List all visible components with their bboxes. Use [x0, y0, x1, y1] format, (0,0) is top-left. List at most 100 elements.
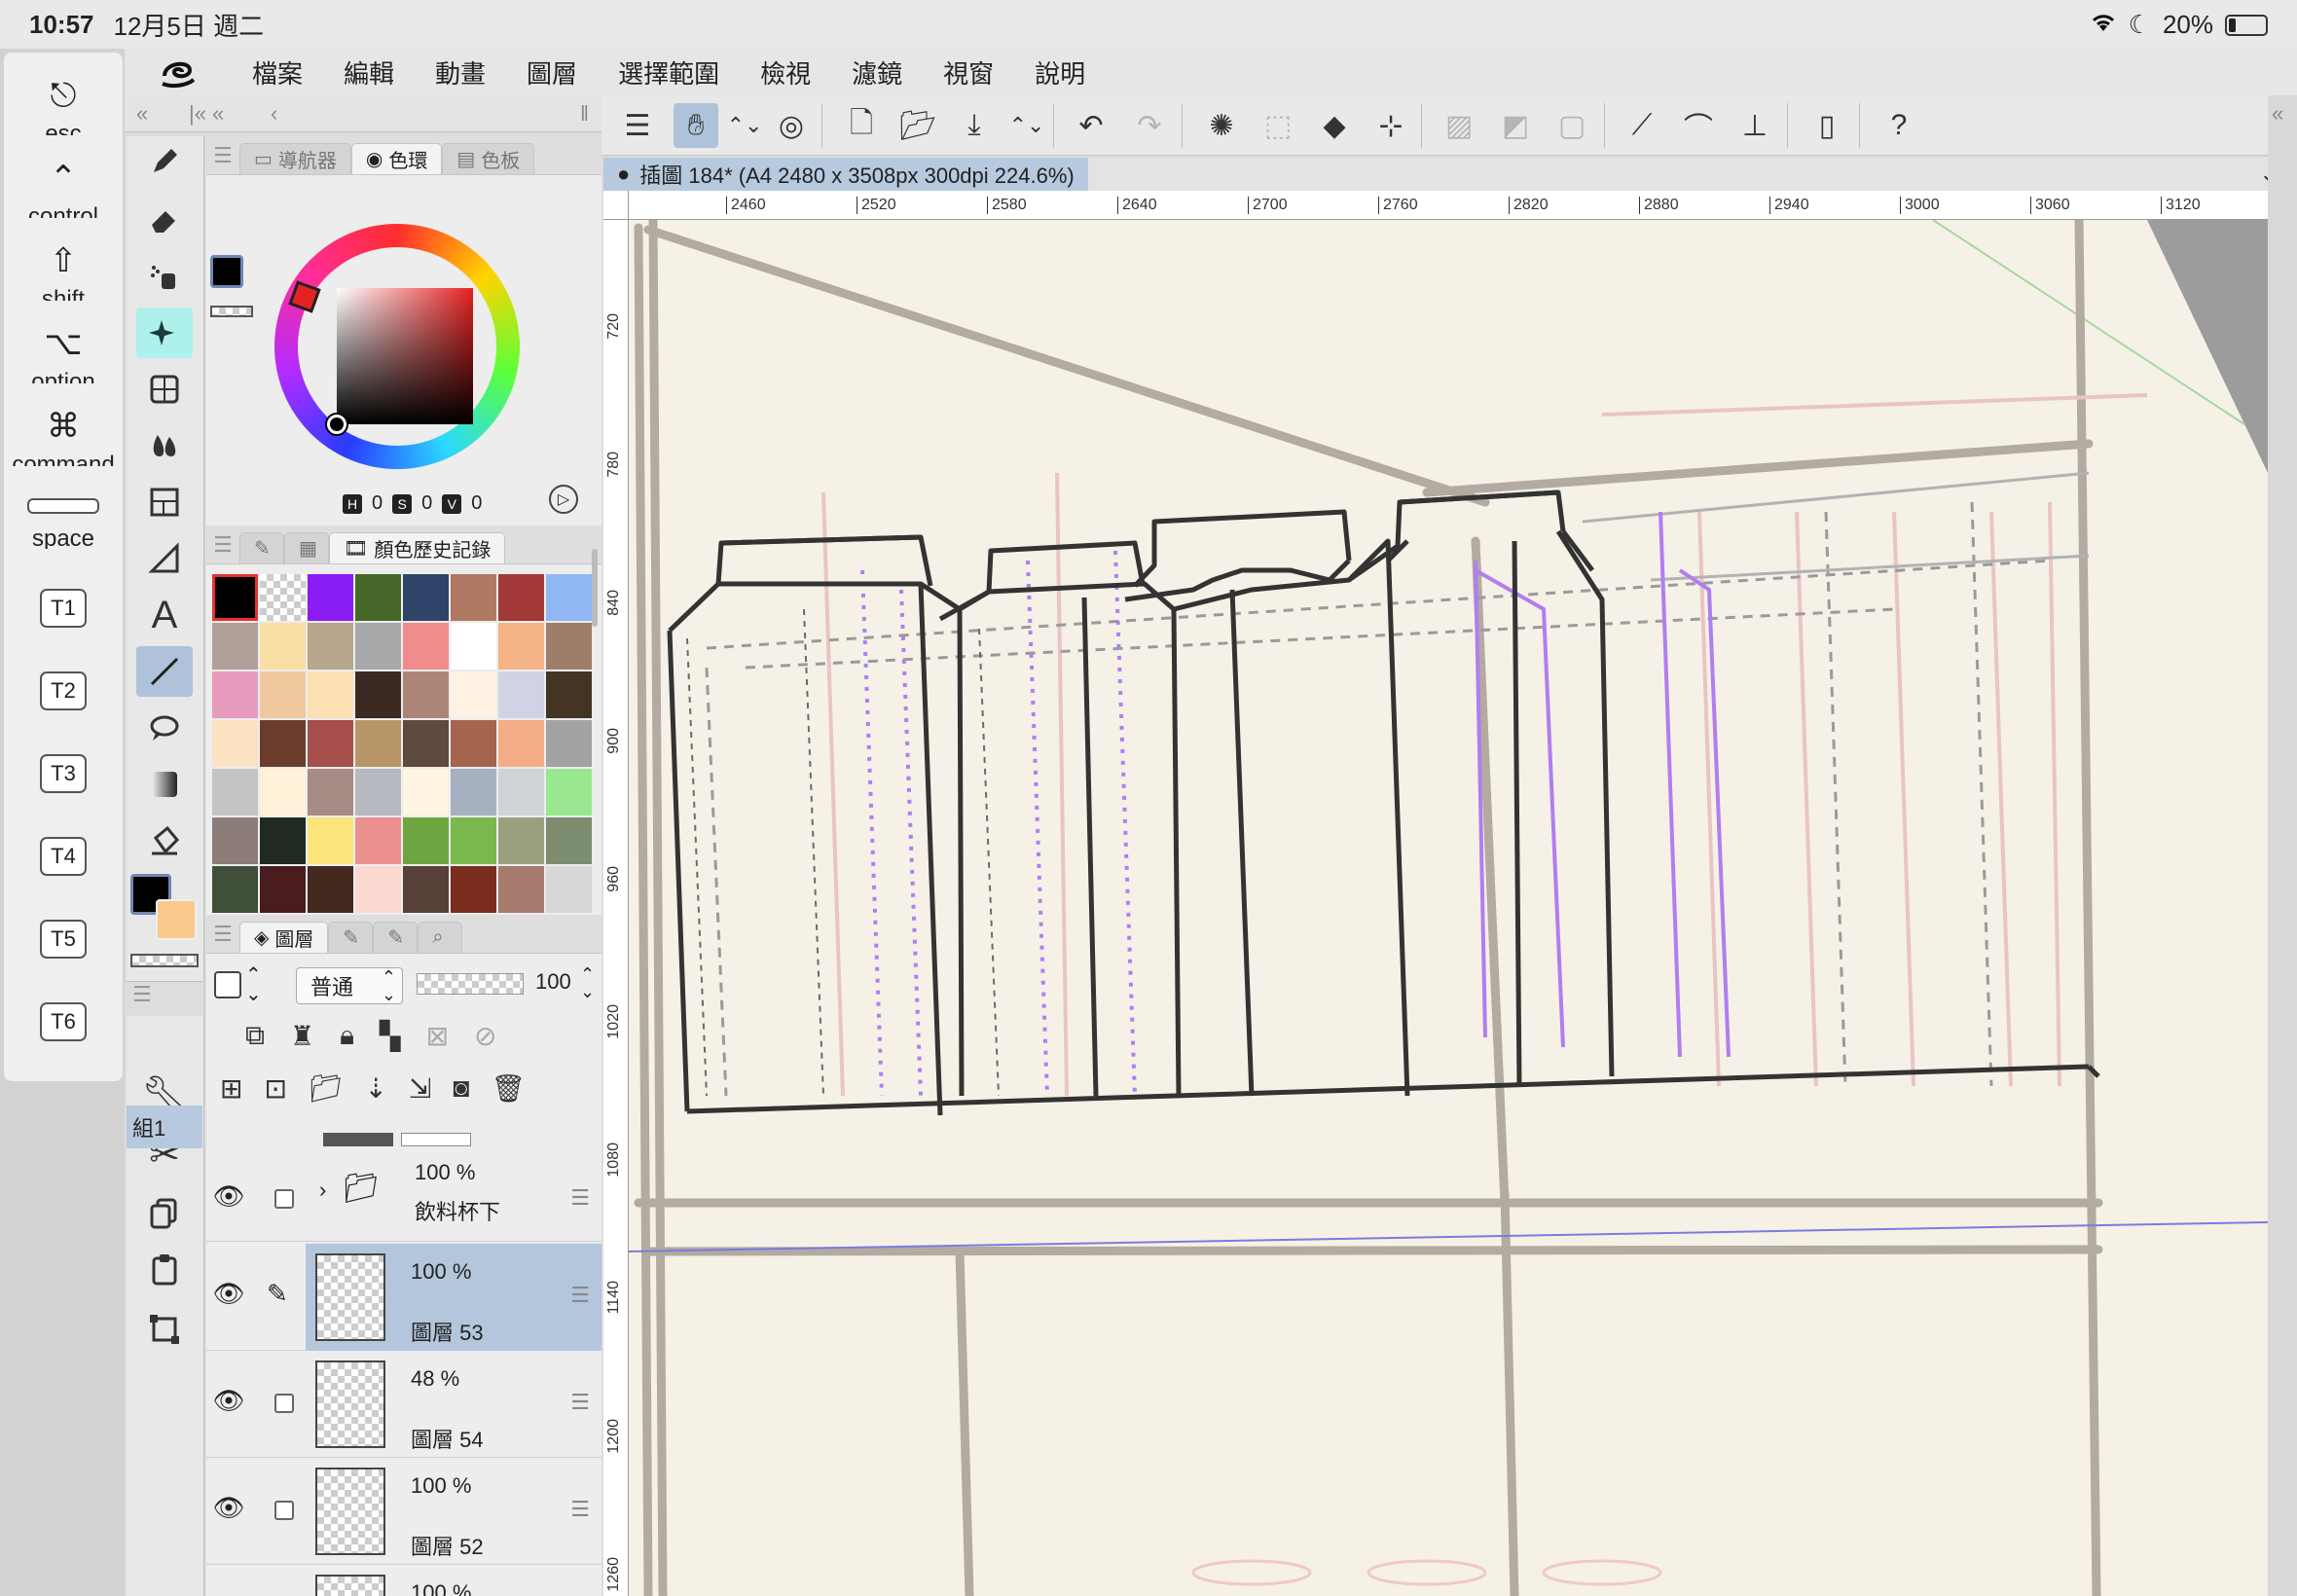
help-icon[interactable]: ?	[1877, 103, 1921, 148]
invert-selection-icon[interactable]: ◩	[1493, 103, 1538, 148]
color-history-swatch[interactable]	[260, 671, 306, 718]
menu-item[interactable]: 濾鏡	[831, 54, 923, 91]
tab-tool-property[interactable]: ✎	[373, 922, 419, 953]
gradient-tool-icon[interactable]	[136, 759, 193, 810]
color-history-swatch[interactable]	[498, 574, 544, 621]
saturation-value-square[interactable]	[337, 288, 473, 424]
color-history-swatch[interactable]	[403, 574, 449, 621]
color-history-swatch[interactable]	[260, 769, 306, 816]
show-selection-icon[interactable]: ▢	[1550, 103, 1594, 148]
tab-layer[interactable]: ◈ 圖層	[239, 922, 329, 953]
snap-special-ruler-icon[interactable]: ⌒	[1676, 103, 1721, 148]
layer-menu-icon[interactable]: ☰	[206, 922, 239, 947]
color-history-swatch[interactable]	[308, 623, 353, 670]
color-history-swatch[interactable]	[546, 623, 592, 670]
color-history-swatch[interactable]	[403, 623, 449, 670]
menu-item[interactable]: 檢視	[740, 54, 831, 91]
color-history-swatch[interactable]	[403, 769, 449, 816]
copy-icon[interactable]	[136, 1187, 193, 1238]
redo-icon[interactable]: ↷	[1127, 103, 1172, 148]
color-history-swatch[interactable]	[355, 671, 401, 718]
color-history-swatch[interactable]	[451, 817, 496, 864]
opacity-value[interactable]: 100	[535, 969, 571, 995]
layer-row-menu-icon[interactable]: ☰	[570, 1185, 590, 1211]
layer-select-checkbox[interactable]	[274, 1394, 294, 1413]
menu-item[interactable]: 動畫	[415, 54, 506, 91]
layer-mask-icon[interactable]: ◙	[453, 1072, 469, 1105]
tab-approximate-color[interactable]: ▦	[284, 532, 329, 563]
color-history-swatch[interactable]	[308, 720, 353, 767]
decoration-tool-icon[interactable]	[136, 308, 193, 358]
transparent-color-swatch[interactable]	[130, 954, 199, 967]
layer-row[interactable]: 👁︎ 100 % 圖層 52 ☰	[206, 1458, 602, 1565]
tab-intermediate-color[interactable]: ✎	[239, 532, 284, 563]
color-history-swatch[interactable]	[498, 866, 544, 913]
app-logo-icon[interactable]	[125, 49, 232, 95]
main-color-swatch[interactable]	[210, 255, 243, 288]
color-history-swatch[interactable]	[451, 623, 496, 670]
open-file-icon[interactable]: 📂︎	[895, 103, 940, 148]
layer-body[interactable]: 100 % 圖層 53 ☰	[306, 1244, 602, 1351]
ruler-tool-icon[interactable]	[136, 533, 193, 584]
mask-enable-icon[interactable]: ⊠	[426, 1020, 449, 1052]
deselect-icon[interactable]: ▨	[1437, 103, 1481, 148]
color-history-swatch[interactable]	[546, 866, 592, 913]
color-history-swatch[interactable]	[260, 720, 306, 767]
tool-sub-color-swatch[interactable]	[156, 899, 197, 940]
touch-gesture-icon[interactable]: ✋︎	[674, 103, 718, 148]
color-history-swatch[interactable]	[355, 817, 401, 864]
color-history-swatch[interactable]	[212, 574, 258, 621]
smartphone-connect-icon[interactable]: ▯	[1805, 103, 1849, 148]
tab-color-history[interactable]: 🎞︎ 顏色歷史記錄	[329, 532, 506, 563]
color-history-swatch[interactable]	[260, 817, 306, 864]
color-history-swatch[interactable]	[355, 769, 401, 816]
chevron-right-icon[interactable]: ›	[319, 1178, 326, 1203]
reference-layer-icon[interactable]: ♜	[290, 1020, 314, 1052]
sv-marker[interactable]	[327, 415, 346, 434]
cloud-sync-icon[interactable]: ◎	[769, 103, 814, 148]
transparent-swatch[interactable]	[210, 306, 253, 317]
airbrush-tool-icon[interactable]	[136, 251, 193, 302]
color-history-swatch[interactable]	[451, 574, 496, 621]
transform-icon[interactable]	[136, 1304, 193, 1355]
color-history-swatch[interactable]	[212, 623, 258, 670]
perspective-ruler-icon[interactable]	[136, 364, 193, 415]
menu-hamburger-icon[interactable]: ☰	[615, 103, 660, 148]
document-tab[interactable]: ● 插圖 184* (A4 2480 x 3508px 300dpi 224.6…	[603, 158, 1088, 191]
lock-icon[interactable]: 🔒︎	[340, 1020, 354, 1052]
layer-body[interactable]: › 📁︎ 100 % 飲料杯下 ☰	[306, 1146, 602, 1253]
layer-row[interactable]: 👁︎ ✎ 100 % 圖層 53 ☰	[206, 1244, 602, 1351]
menu-item[interactable]: 選擇範圍	[598, 54, 740, 91]
layer-body[interactable]: 100 % 圖層 52 ☰	[306, 1458, 602, 1565]
color-history-swatch[interactable]	[355, 866, 401, 913]
blend-mode-select[interactable]: 普通 ⌃ ⌄	[296, 967, 403, 1004]
color-history-swatch[interactable]	[308, 817, 353, 864]
color-history-swatch[interactable]	[355, 720, 401, 767]
clip-layer-icon[interactable]: ⧉	[245, 1020, 265, 1052]
tab-color-wheel[interactable]: ◉ 色環	[350, 143, 443, 174]
text-tool-icon[interactable]: A	[136, 590, 193, 640]
eye-icon[interactable]: 👁︎	[212, 1386, 245, 1416]
pen-tool-icon[interactable]	[136, 136, 193, 187]
snap-ruler-icon[interactable]: ⟋	[1620, 103, 1664, 148]
opacity-stepper-icon[interactable]: ⌃ ⌄	[580, 965, 595, 1000]
collapse-tool-icon[interactable]: |«	[189, 101, 206, 127]
color-history-swatch[interactable]	[498, 817, 544, 864]
color-history-swatch[interactable]	[212, 769, 258, 816]
color-history-swatch[interactable]	[546, 671, 592, 718]
frame-border-tool-icon[interactable]	[136, 477, 193, 527]
color-history-swatch[interactable]	[355, 623, 401, 670]
color-history-swatch[interactable]	[451, 671, 496, 718]
loading-icon[interactable]: ✺	[1199, 103, 1244, 148]
delete-layer-icon[interactable]: 🗑︎	[491, 1072, 526, 1105]
color-history-swatch[interactable]	[403, 720, 449, 767]
collapse-right-icon[interactable]: «	[2272, 101, 2283, 127]
layer-select-checkbox[interactable]	[274, 1501, 294, 1520]
fill-bucket-icon[interactable]: ◆	[1312, 103, 1357, 148]
color-history-swatch[interactable]	[498, 720, 544, 767]
transform-command-icon[interactable]: ⊹	[1368, 103, 1413, 148]
layer-row[interactable]: 👁︎100 %☰	[206, 1565, 602, 1596]
balloon-tool-icon[interactable]	[136, 703, 193, 753]
layer-row[interactable]: 👁︎ 48 % 圖層 54 ☰	[206, 1351, 602, 1458]
color-history-swatch[interactable]	[212, 817, 258, 864]
